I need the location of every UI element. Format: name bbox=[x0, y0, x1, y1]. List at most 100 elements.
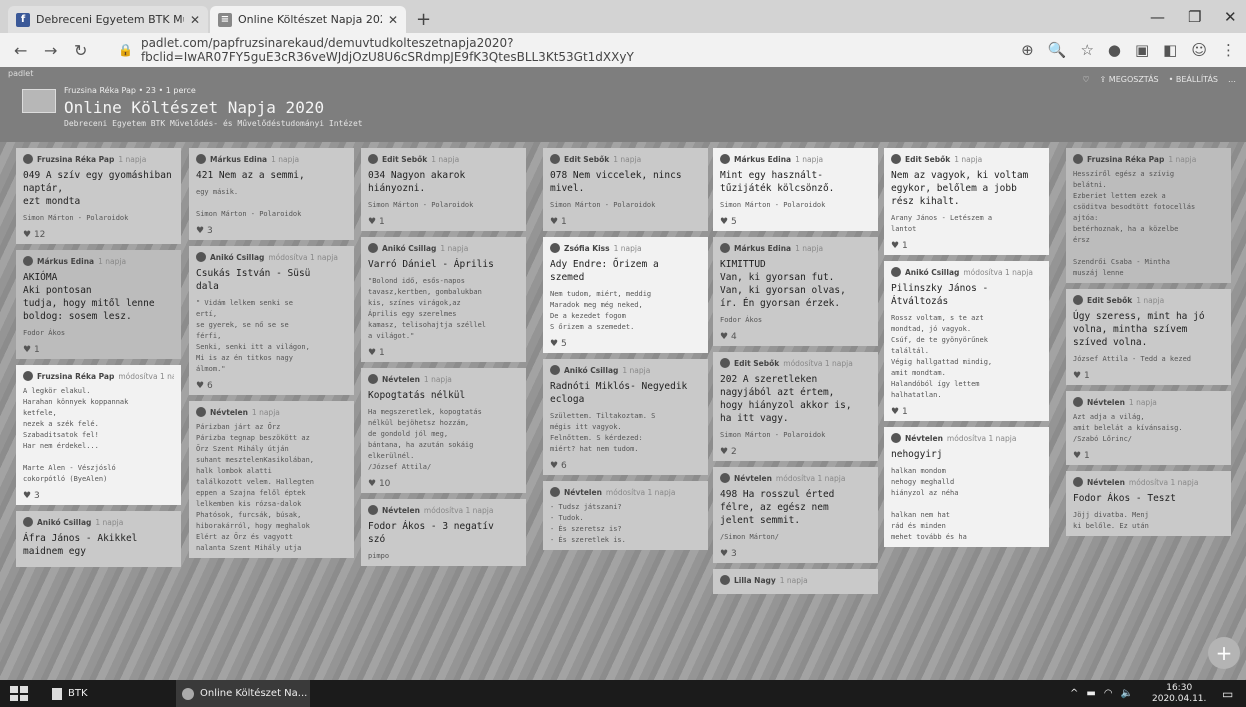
like-button[interactable]: ♥ 6 bbox=[196, 381, 347, 391]
post-card[interactable]: Zsófia Kiss 1 napja Ady Endre: Őrizem a sz… bbox=[543, 237, 708, 353]
like-button[interactable]: ♥ 1 bbox=[891, 241, 1042, 251]
tray-chevron-icon[interactable]: ^ bbox=[1070, 688, 1078, 699]
menu-icon[interactable]: ⋮ bbox=[1221, 41, 1236, 59]
more-icon[interactable]: … bbox=[1228, 75, 1236, 84]
post-card[interactable]: Névtelen 1 napja Kopogtatás nélkül Ha megsz… bbox=[361, 368, 526, 493]
post-card[interactable]: Edit Sebők módosítva 1 napja 202 A szeretl… bbox=[713, 352, 878, 461]
like-button[interactable]: ♥ 6 bbox=[550, 461, 701, 471]
post-card[interactable]: Fruzsina Réka Papmódosítva 1 napja A legk… bbox=[16, 365, 181, 505]
post-card[interactable]: Fruzsina Réka Pap 1 napja 049 A szív egy g… bbox=[16, 148, 181, 244]
address-bar[interactable]: 🔒 padlet.com/papfruzsinarekaud/demuvtudk… bbox=[118, 36, 988, 64]
post-card[interactable]: Márkus Edina 1 napja AKIÓMA Aki pontosan t… bbox=[16, 250, 181, 359]
like-button[interactable]: ♥ 1 bbox=[23, 345, 174, 355]
share-button[interactable]: ⇪ MEGOSZTÁS bbox=[1100, 75, 1159, 84]
like-button[interactable]: ♥ 1 bbox=[1073, 371, 1224, 381]
like-button[interactable]: ♥ 1 bbox=[550, 217, 701, 227]
like-button[interactable]: ♥ 4 bbox=[720, 332, 871, 342]
back-icon[interactable]: ← bbox=[14, 41, 27, 60]
heart-icon: ♥ bbox=[23, 230, 34, 240]
post-header: Edit Sebők 1 napja bbox=[368, 154, 519, 164]
bookmark-star-icon[interactable]: ☆ bbox=[1080, 41, 1093, 59]
avatar bbox=[23, 154, 33, 164]
extension-icon[interactable]: ▣ bbox=[1135, 41, 1149, 59]
browser-tab-bar: f Debreceni Egyetem BTK Művelő… ✕ ≡ Onli… bbox=[0, 0, 1246, 33]
add-icon[interactable]: ⊕ bbox=[1021, 41, 1034, 59]
taskbar-item-chrome[interactable]: Online Költészet Na... bbox=[176, 680, 310, 707]
minimize-button[interactable]: — bbox=[1150, 8, 1165, 26]
post-card[interactable]: Anikó Csillag 1 napja Radnóti Miklós- Negy… bbox=[543, 359, 708, 475]
tab-padlet[interactable]: ≡ Online Költészet Napja 2020 ✕ bbox=[210, 6, 406, 33]
post-header: Márkus Edina 1 napja bbox=[196, 154, 347, 164]
post-card[interactable]: Névtelen módosítva 1 napja - Tudsz játszan… bbox=[543, 481, 708, 550]
post-card[interactable]: Anikó Csillag módosítva 1 napja Csukás Ist… bbox=[189, 246, 354, 395]
post-card[interactable]: Edit Sebők 1 napja Úgy szeress, mint ha jó… bbox=[1066, 289, 1231, 385]
post-body: - Tudsz játszani? - Tudok. - És szeretsz… bbox=[550, 503, 626, 544]
post-card[interactable]: Edit Sebők 1 napja Nem az vagyok, ki volta… bbox=[884, 148, 1049, 255]
settings-button[interactable]: • BEÁLLÍTÁS bbox=[1169, 75, 1218, 84]
post-header: Fruzsina Réka Pap 1 napja bbox=[1073, 154, 1224, 164]
post-card[interactable]: Lilla Nagy 1 napja bbox=[713, 569, 878, 594]
like-button[interactable]: ♥ 3 bbox=[23, 491, 174, 501]
volume-icon[interactable]: 🔈 bbox=[1121, 688, 1133, 699]
post-card[interactable]: Anikó Csillag módosítva 1 napja Pilinszky … bbox=[884, 261, 1049, 421]
add-post-button[interactable]: + bbox=[1208, 637, 1240, 669]
avatar bbox=[550, 365, 560, 375]
notification-icon[interactable]: ▭ bbox=[1222, 680, 1233, 707]
like-button[interactable]: ♥ 3 bbox=[196, 226, 347, 236]
like-button[interactable]: ♥ 3 bbox=[720, 549, 871, 559]
post-card[interactable]: Edit Sebők 1 napja 034 Nagyon akarok hiány… bbox=[361, 148, 526, 231]
heart-icon: ♥ bbox=[1073, 371, 1084, 381]
tab-facebook[interactable]: f Debreceni Egyetem BTK Művelő… ✕ bbox=[8, 6, 208, 33]
profile-icon[interactable]: ☺ bbox=[1191, 41, 1207, 59]
post-title: KIMITTUD Van, ki gyorsan fut. Van, ki gy… bbox=[720, 259, 846, 309]
post-card[interactable]: Névtelen 1 napja Párizban járt az Őrz Pári… bbox=[189, 401, 354, 558]
like-button[interactable]: ♥ 2 bbox=[720, 447, 871, 457]
wifi-icon[interactable]: ◠ bbox=[1104, 688, 1113, 699]
padlet-logo[interactable]: padlet bbox=[8, 69, 33, 78]
post-card[interactable]: Névtelen 1 napja Azt adja a világ, amit be… bbox=[1066, 391, 1231, 465]
post-header: Névtelen módosítva 1 napja bbox=[550, 487, 701, 497]
post-author: Edit Sebők bbox=[905, 154, 951, 164]
avatar bbox=[368, 243, 378, 253]
like-button[interactable]: ♥ 12 bbox=[23, 230, 174, 240]
post-card[interactable]: Névtelen módosítva 1 napja Fodor Ákos - 3 … bbox=[361, 499, 526, 566]
like-button[interactable]: ♥ 5 bbox=[550, 339, 701, 349]
post-card[interactable]: Márkus Edina 1 napja KIMITTUD Van, ki gyor… bbox=[713, 237, 878, 346]
post-card[interactable]: Névtelen módosítva 1 napja 498 Ha rosszul … bbox=[713, 467, 878, 563]
zoom-icon[interactable]: 🔍 bbox=[1048, 41, 1067, 59]
padlet-wall: Fruzsina Réka Pap 1 napja 049 A szív egy g… bbox=[0, 142, 1246, 680]
post-card[interactable]: Márkus Edina 1 napja 421 Nem az a semmi, eg… bbox=[189, 148, 354, 240]
post-card[interactable]: Névtelen módosítva 1 napja Fodor Ákos - Te… bbox=[1066, 471, 1231, 536]
forward-icon[interactable]: → bbox=[44, 41, 57, 60]
window-close-button[interactable]: ✕ bbox=[1224, 8, 1237, 26]
taskbar-item-btk[interactable]: BTK bbox=[52, 680, 88, 707]
like-button[interactable]: ♥ 1 bbox=[368, 217, 519, 227]
like-icon[interactable]: ♡ bbox=[1082, 75, 1089, 84]
like-button[interactable]: ♥ 5 bbox=[720, 217, 871, 227]
post-author: Fruzsina Réka Pap bbox=[37, 154, 115, 164]
post-card[interactable]: Anikó Csillag 1 napja Varró Dániel - Ápril… bbox=[361, 237, 526, 362]
like-button[interactable]: ♥ 1 bbox=[368, 348, 519, 358]
post-card[interactable]: Fruzsina Réka Pap 1 napja Hesszíről egész … bbox=[1066, 148, 1231, 283]
clock[interactable]: 16:30 2020.04.11. bbox=[1152, 680, 1206, 707]
post-body: halkan mondom nehogy meghalld hiányzol a… bbox=[891, 467, 967, 541]
close-icon[interactable]: ✕ bbox=[190, 13, 200, 27]
taskbar-label: Online Költészet Na... bbox=[200, 688, 308, 699]
post-body: Simon Márton - Polaroidok bbox=[368, 201, 474, 209]
extension-icon[interactable]: ● bbox=[1108, 41, 1121, 59]
close-icon[interactable]: ✕ bbox=[388, 13, 398, 27]
post-card[interactable]: Anikó Csillag 1 napja Áfra János - Akikkel… bbox=[16, 511, 181, 567]
post-card[interactable]: Névtelen módosítva 1 napja nehogyirj halkan… bbox=[884, 427, 1049, 547]
reload-icon[interactable]: ↻ bbox=[74, 41, 87, 60]
post-card[interactable]: Edit Sebők 1 napja 078 Nem viccelek, nincs… bbox=[543, 148, 708, 231]
extension-icon[interactable]: ◧ bbox=[1163, 41, 1177, 59]
like-button[interactable]: ♥ 10 bbox=[368, 479, 519, 489]
new-tab-button[interactable]: + bbox=[416, 9, 431, 30]
post-author: Anikó Csillag bbox=[564, 365, 619, 375]
network-icon[interactable]: ▬ bbox=[1086, 688, 1095, 699]
maximize-button[interactable]: ❐ bbox=[1188, 8, 1201, 26]
windows-start-icon[interactable] bbox=[10, 686, 28, 701]
like-button[interactable]: ♥ 1 bbox=[891, 407, 1042, 417]
post-card[interactable]: Márkus Edina 1 napja Mint egy használt- tű… bbox=[713, 148, 878, 231]
like-button[interactable]: ♥ 1 bbox=[1073, 451, 1224, 461]
